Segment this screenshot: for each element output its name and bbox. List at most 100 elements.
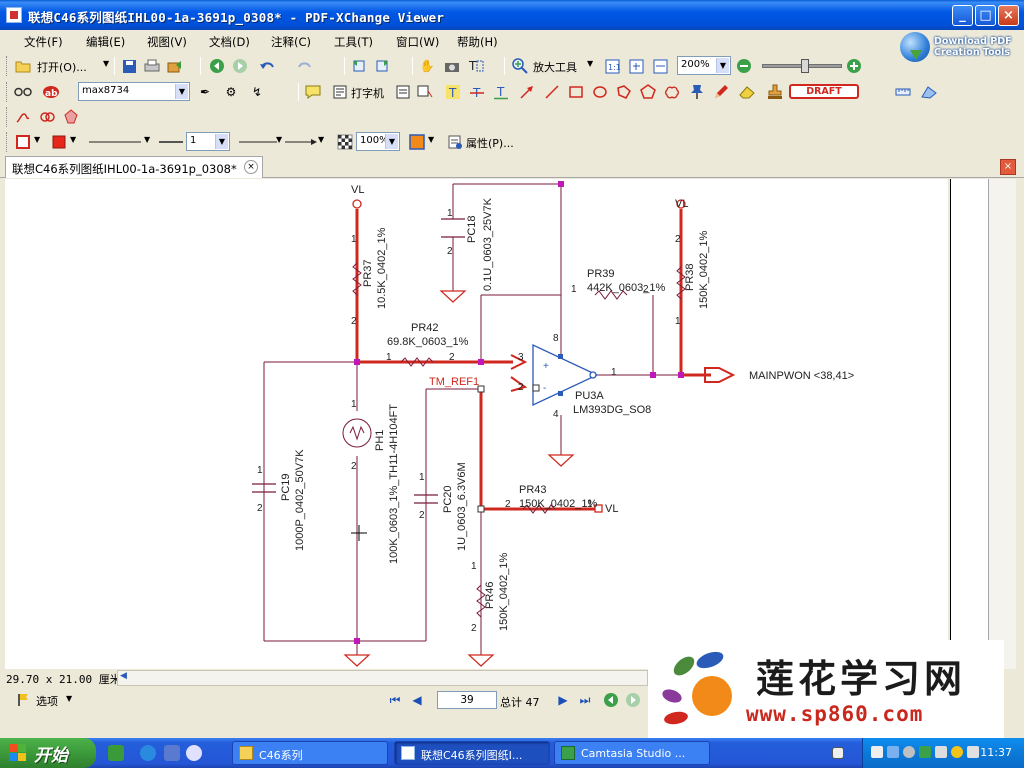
tray-app-icon[interactable] [919, 746, 931, 758]
glasses-icon[interactable] [14, 83, 32, 101]
line-width-select[interactable]: 1 ▼ [186, 132, 230, 151]
zoom-level-select[interactable]: 200% ▼ [677, 56, 731, 75]
font-icon[interactable]: ab [42, 83, 60, 101]
toolbar-grip[interactable] [6, 56, 9, 76]
zoom-in-tool-icon[interactable] [511, 57, 529, 75]
line-ending-icon[interactable] [284, 133, 318, 151]
close-document-button[interactable]: × [1000, 159, 1016, 175]
fit-width-icon[interactable] [651, 57, 669, 75]
menu-comments[interactable]: 注释(C) [271, 34, 311, 50]
rotate-right-icon[interactable] [373, 57, 391, 75]
history-back-icon[interactable] [602, 691, 620, 709]
callout-icon[interactable] [416, 83, 434, 101]
freehand-icon[interactable] [14, 108, 32, 126]
select-text-icon[interactable]: T [467, 57, 485, 75]
line-style-dropdown[interactable]: ▼ [144, 135, 150, 144]
rectangle-tool-icon[interactable] [567, 83, 585, 101]
taskbar-item-pdf-viewer[interactable]: 联想C46系列图纸I... [394, 741, 550, 765]
pushpin-icon[interactable] [688, 83, 706, 101]
forward-icon[interactable] [231, 57, 249, 75]
display-icon[interactable] [887, 746, 899, 758]
menu-view[interactable]: 视图(V) [147, 34, 187, 50]
color-picker-dropdown[interactable]: ▼ [428, 135, 434, 144]
undo-icon[interactable] [258, 57, 276, 75]
open-dropdown-arrow[interactable]: ▼ [103, 59, 109, 68]
border-color-dropdown[interactable]: ▼ [34, 135, 40, 144]
properties-button[interactable]: 属性(P)... [466, 135, 514, 151]
menu-tools[interactable]: 工具(T) [334, 34, 373, 50]
zoom-slider-knob[interactable] [801, 59, 809, 73]
cloud-tool-icon[interactable] [663, 83, 681, 101]
usb-icon[interactable] [935, 746, 947, 758]
eraser-icon[interactable] [738, 83, 756, 101]
menu-document[interactable]: 文档(D) [209, 34, 250, 50]
help-icon[interactable] [951, 746, 963, 758]
border-color-icon[interactable] [14, 133, 32, 151]
zoom-tool-button[interactable]: 放大工具 [533, 59, 577, 75]
line-ending-dropdown[interactable]: ▼ [318, 135, 324, 144]
color-picker-icon[interactable] [408, 133, 426, 151]
back-icon[interactable] [208, 57, 226, 75]
clock[interactable]: 11:37 [980, 746, 1012, 759]
volume-icon[interactable] [967, 746, 979, 758]
draft-stamp-select[interactable]: DRAFT [789, 84, 859, 99]
hand-tool-icon[interactable]: ✋ [418, 57, 436, 75]
polygon-tool-icon[interactable] [639, 83, 657, 101]
menu-edit[interactable]: 编辑(E) [86, 34, 125, 50]
first-page-icon[interactable]: ⏮ [386, 691, 404, 709]
note-icon[interactable] [304, 83, 322, 101]
print-icon[interactable] [143, 57, 161, 75]
actual-size-icon[interactable]: 1:1 [603, 57, 621, 75]
close-tab-icon[interactable]: × [244, 160, 258, 174]
zoom-tool-dropdown[interactable]: ▼ [587, 59, 593, 68]
history-forward-icon[interactable] [624, 691, 642, 709]
open-folder-icon[interactable] [14, 57, 32, 75]
redo-icon[interactable] [296, 57, 314, 75]
document-view[interactable]: + - 1 2 2 1 1 2 1 2 3 2 8 4 1 1 2 1 2 1 … [5, 179, 948, 669]
area-icon[interactable] [920, 83, 938, 101]
previous-page-icon[interactable]: ◀ [408, 691, 426, 709]
horizontal-scrollbar[interactable]: ◀ [117, 670, 648, 686]
ie-quicklaunch-icon[interactable] [140, 745, 156, 761]
toolbar-grip[interactable] [6, 132, 9, 152]
textbox-icon[interactable] [394, 83, 412, 101]
sound-icon[interactable] [62, 108, 80, 126]
minimize-button[interactable]: _ [952, 5, 973, 26]
fill-color-dropdown[interactable]: ▼ [70, 135, 76, 144]
last-page-icon[interactable]: ⏭ [576, 691, 594, 709]
app-icon[interactable] [6, 7, 22, 23]
rotate-left-icon[interactable] [350, 57, 368, 75]
snapshot-icon[interactable] [443, 57, 461, 75]
polyline-tool-icon[interactable] [615, 83, 633, 101]
arrow-tool-icon[interactable] [518, 83, 536, 101]
desktop-quicklaunch-icon[interactable] [108, 745, 124, 761]
strikeout-text-icon[interactable]: T [468, 83, 486, 101]
properties-icon[interactable] [446, 133, 464, 151]
dash-style-icon[interactable] [238, 133, 278, 151]
browser-quicklaunch-icon[interactable] [186, 745, 202, 761]
zoom-slider[interactable] [762, 59, 842, 73]
menu-help[interactable]: 帮助(H) [457, 34, 498, 50]
export-icon[interactable] [166, 57, 184, 75]
maximize-button[interactable]: □ [975, 5, 996, 26]
highlight-text-icon[interactable]: T [444, 83, 462, 101]
media-quicklaunch-icon[interactable] [164, 745, 180, 761]
menu-window[interactable]: 窗口(W) [396, 34, 439, 50]
zoom-out-icon[interactable] [735, 57, 753, 75]
line-tool-icon[interactable] [543, 83, 561, 101]
menu-file[interactable]: 文件(F) [24, 34, 63, 50]
link-icon[interactable] [38, 108, 56, 126]
save-icon[interactable] [120, 57, 138, 75]
tool-icon[interactable]: ⚙ [222, 83, 240, 101]
close-button[interactable]: × [998, 5, 1019, 26]
taskbar-item-camtasia[interactable]: Camtasia Studio ... [554, 741, 710, 765]
keyboard-icon[interactable] [832, 747, 844, 759]
toolbar-grip[interactable] [6, 82, 9, 102]
pencil-icon[interactable] [712, 83, 730, 101]
fit-page-icon[interactable] [627, 57, 645, 75]
opacity-icon[interactable] [336, 133, 354, 151]
line-style-icon[interactable] [88, 133, 142, 151]
line-width-icon[interactable] [158, 133, 184, 151]
toolbar-grip[interactable] [6, 107, 9, 127]
oval-tool-icon[interactable] [591, 83, 609, 101]
